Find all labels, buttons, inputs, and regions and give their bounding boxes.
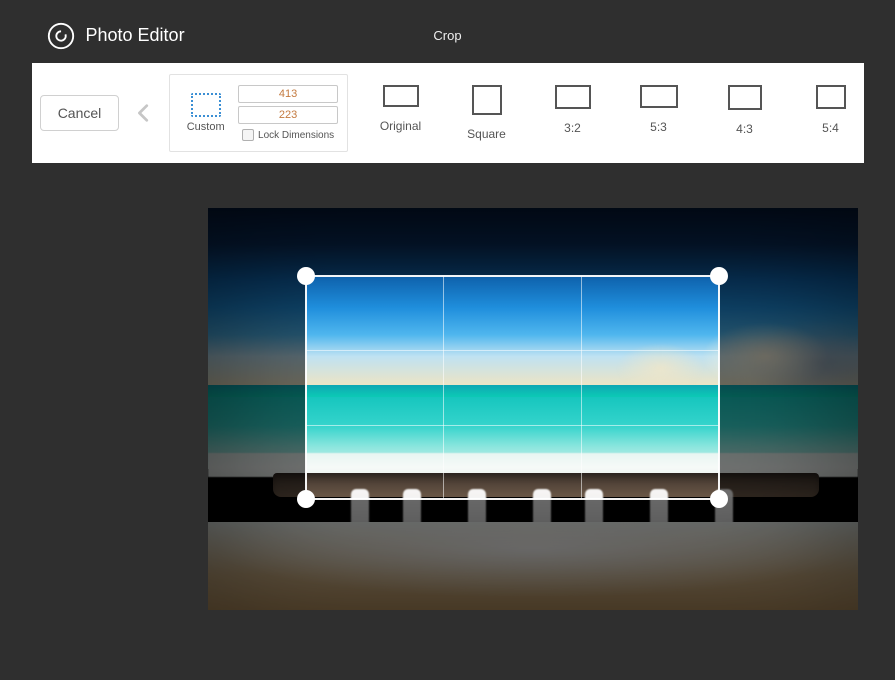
lock-dimensions-label: Lock Dimensions	[258, 130, 334, 141]
lock-dimensions-row[interactable]: Lock Dimensions	[242, 129, 334, 141]
back-button[interactable]	[125, 83, 162, 143]
aspect-ratio-options: Original Square 3:2 5:3 4:3	[376, 85, 856, 141]
header: Photo Editor Crop	[32, 8, 864, 63]
crop-height-input[interactable]	[238, 106, 338, 124]
custom-swatch-icon	[191, 93, 221, 117]
crop-handle-top-right[interactable]	[710, 267, 728, 285]
crop-toolbar: Cancel Custom Lock Dimensions	[32, 63, 864, 163]
canvas-area	[32, 163, 864, 648]
app-frame: Photo Editor Crop Cancel Custom	[0, 0, 895, 680]
ratio-option-3-2[interactable]: 3:2	[548, 85, 598, 135]
ratio-label: 5:3	[650, 120, 667, 134]
crop-handle-bottom-right[interactable]	[710, 490, 728, 508]
crop-handle-top-left[interactable]	[297, 267, 315, 285]
chevron-left-icon	[133, 99, 155, 127]
custom-label: Custom	[187, 121, 225, 133]
crop-box[interactable]	[306, 276, 719, 499]
ratio-option-5-3[interactable]: 5:3	[634, 85, 684, 134]
custom-crop-panel: Custom Lock Dimensions	[169, 74, 348, 152]
ratio-option-square[interactable]: Square	[462, 85, 512, 141]
ratio-option-5-4[interactable]: 5:4	[806, 85, 856, 135]
ratio-label: 4:3	[736, 122, 753, 136]
custom-option[interactable]: Custom	[176, 93, 236, 133]
ratio-swatch-icon	[383, 85, 419, 107]
ratio-swatch-icon	[728, 85, 762, 110]
ratio-label: Square	[467, 127, 506, 141]
ratio-swatch-icon	[640, 85, 678, 108]
ratio-option-4-3[interactable]: 4:3	[720, 85, 770, 136]
ratio-swatch-icon	[555, 85, 591, 109]
ratio-swatch-icon	[472, 85, 502, 115]
ratio-option-original[interactable]: Original	[376, 85, 426, 133]
crop-width-input[interactable]	[238, 85, 338, 103]
cc-logo-icon	[46, 21, 76, 51]
ratio-label: 3:2	[564, 121, 581, 135]
app-title: Photo Editor	[86, 25, 185, 46]
lock-dimensions-checkbox[interactable]	[242, 129, 254, 141]
mode-title: Crop	[433, 28, 461, 43]
ratio-swatch-icon	[816, 85, 846, 109]
crop-handle-bottom-left[interactable]	[297, 490, 315, 508]
app-window: Photo Editor Crop Cancel Custom	[32, 8, 864, 648]
image-stage[interactable]	[208, 208, 858, 610]
custom-dimensions: Lock Dimensions	[236, 85, 341, 141]
cancel-button[interactable]: Cancel	[40, 95, 120, 131]
ratio-label: 5:4	[822, 121, 839, 135]
ratio-label: Original	[380, 119, 421, 133]
crop-preview	[306, 276, 719, 499]
